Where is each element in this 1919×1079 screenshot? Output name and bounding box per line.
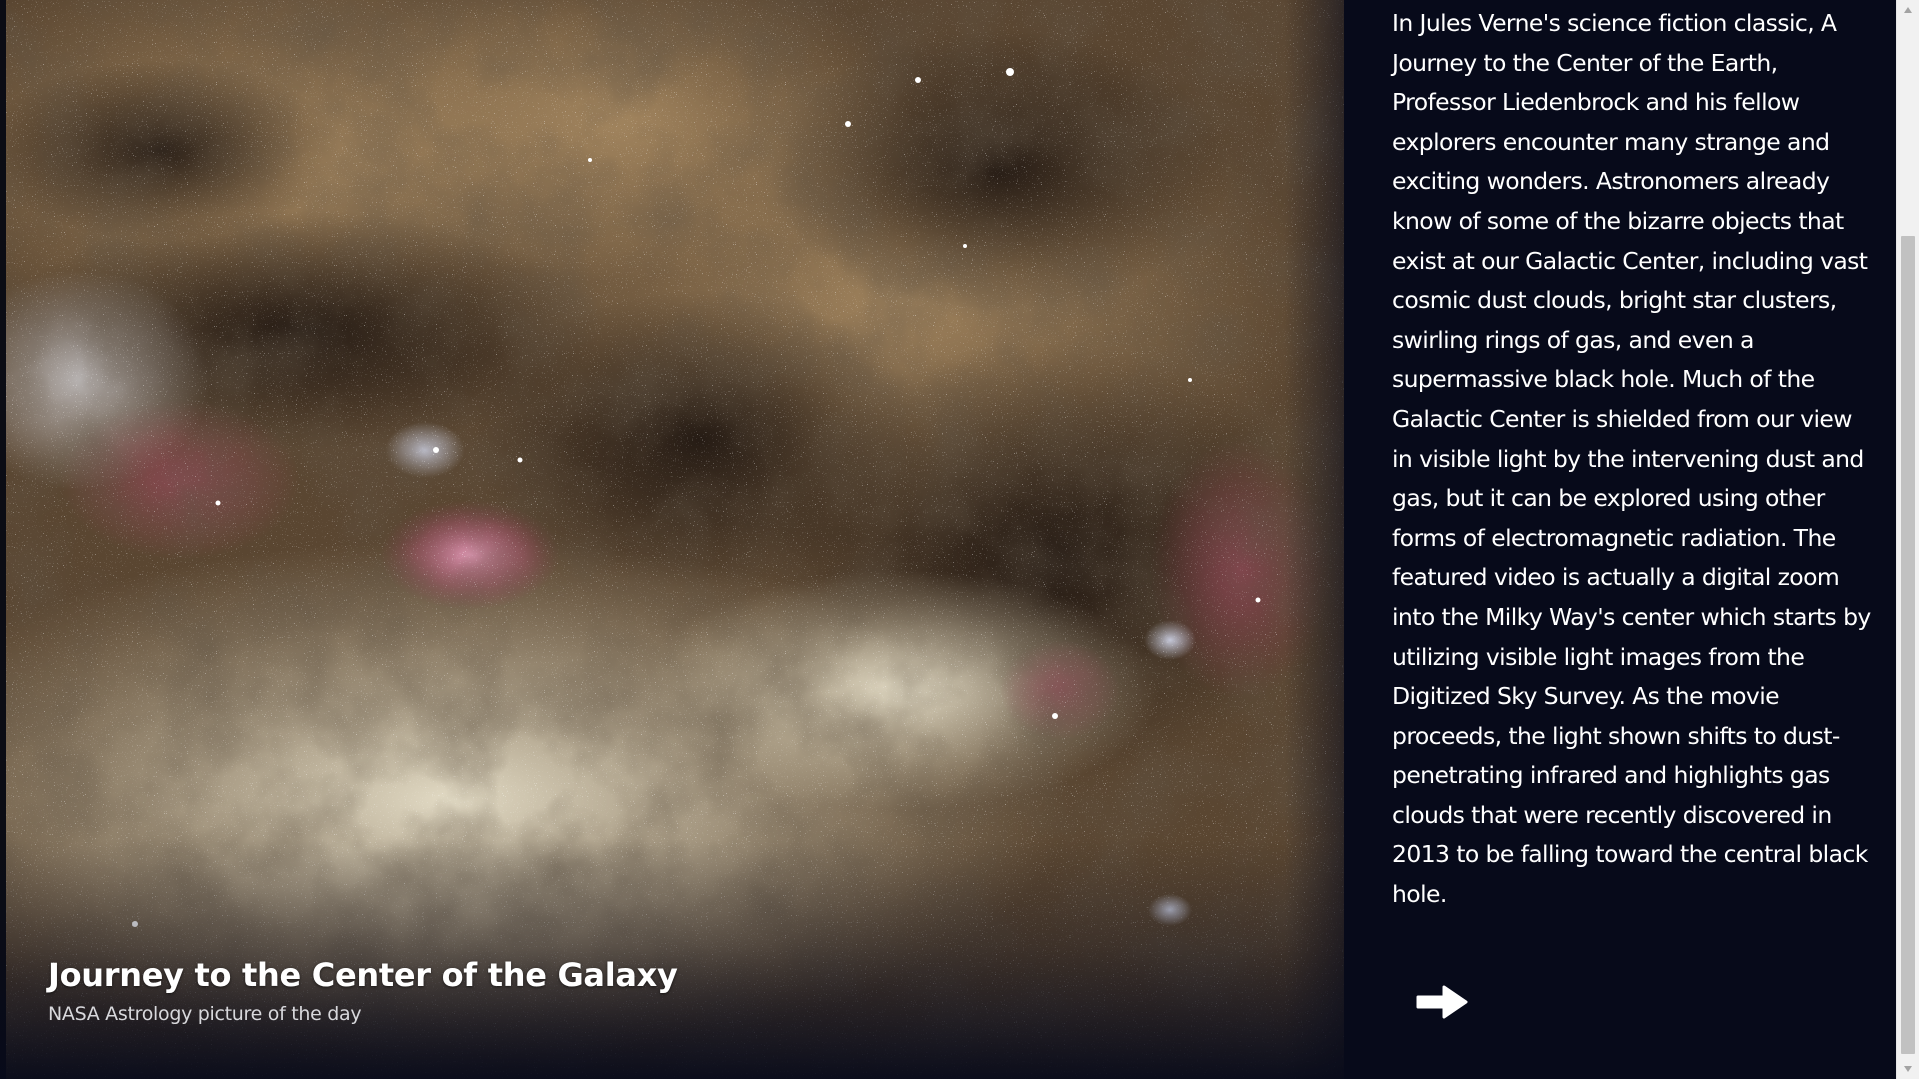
description-panel: In Jules Verne's science fiction classic… bbox=[1344, 0, 1896, 1079]
apod-page: Journey to the Center of the Galaxy NASA… bbox=[0, 0, 1919, 1079]
page-title: Journey to the Center of the Galaxy bbox=[48, 956, 678, 994]
next-button[interactable] bbox=[1414, 980, 1474, 1024]
arrow-right-icon bbox=[1414, 982, 1474, 1022]
page-subtitle: NASA Astrology picture of the day bbox=[48, 1003, 362, 1025]
galaxy-image: Journey to the Center of the Galaxy NASA… bbox=[0, 0, 1344, 1079]
image-caption: Journey to the Center of the Galaxy NASA… bbox=[48, 953, 948, 1029]
scrollbar-thumb[interactable] bbox=[1901, 236, 1915, 1054]
description-text: In Jules Verne's science fiction classic… bbox=[1392, 9, 1871, 909]
vertical-scrollbar[interactable] bbox=[1896, 0, 1919, 1079]
scroll-down-arrow-icon[interactable] bbox=[1897, 1059, 1919, 1079]
scroll-up-arrow-icon[interactable] bbox=[1897, 0, 1919, 20]
